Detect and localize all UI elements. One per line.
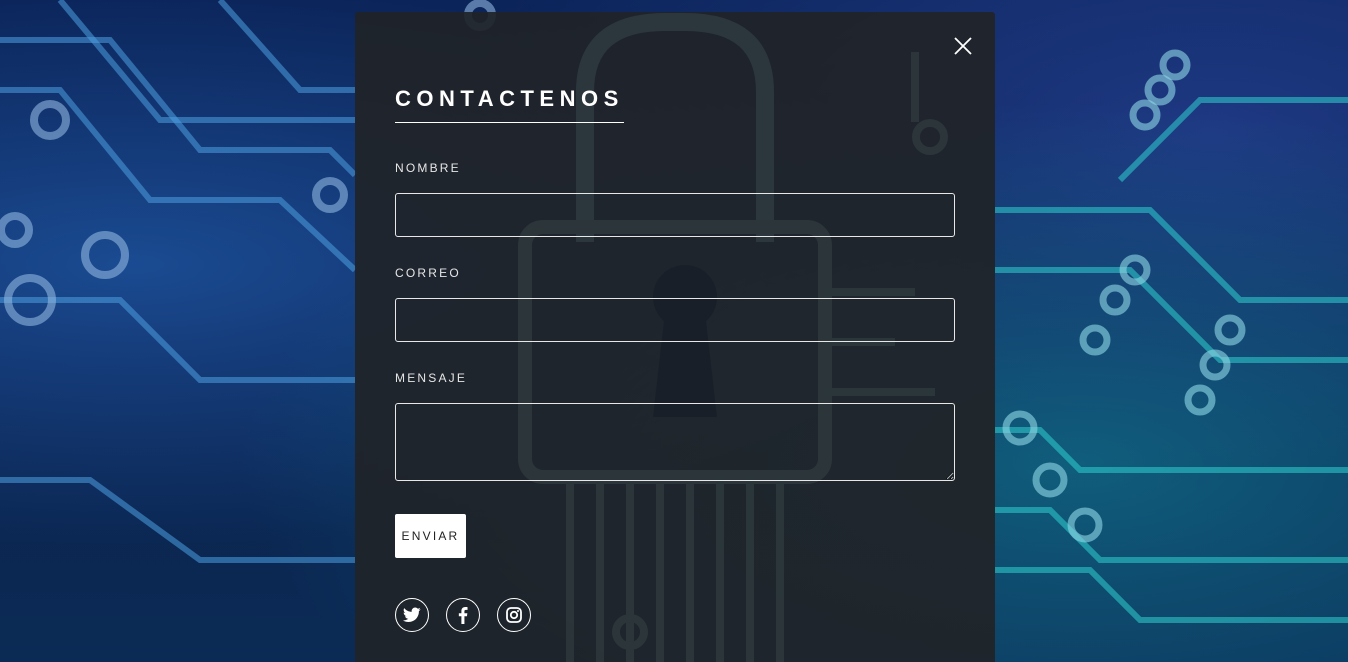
email-input[interactable] <box>395 298 955 342</box>
twitter-link[interactable] <box>395 598 429 632</box>
name-input[interactable] <box>395 193 955 237</box>
close-button[interactable] <box>949 32 977 60</box>
instagram-icon <box>506 607 522 623</box>
facebook-icon <box>458 606 468 624</box>
message-textarea[interactable] <box>395 403 955 481</box>
message-label: MENSAJE <box>395 371 468 385</box>
twitter-icon <box>403 607 421 622</box>
email-label: CORREO <box>395 266 461 280</box>
contact-title: CONTACTENOS <box>395 86 624 123</box>
facebook-link[interactable] <box>446 598 480 632</box>
close-icon <box>954 37 972 55</box>
contact-modal: CONTACTENOS NOMBRE CORREO MENSAJE ENVIAR <box>355 12 995 662</box>
send-button[interactable]: ENVIAR <box>395 514 466 558</box>
name-label: NOMBRE <box>395 161 461 175</box>
instagram-link[interactable] <box>497 598 531 632</box>
